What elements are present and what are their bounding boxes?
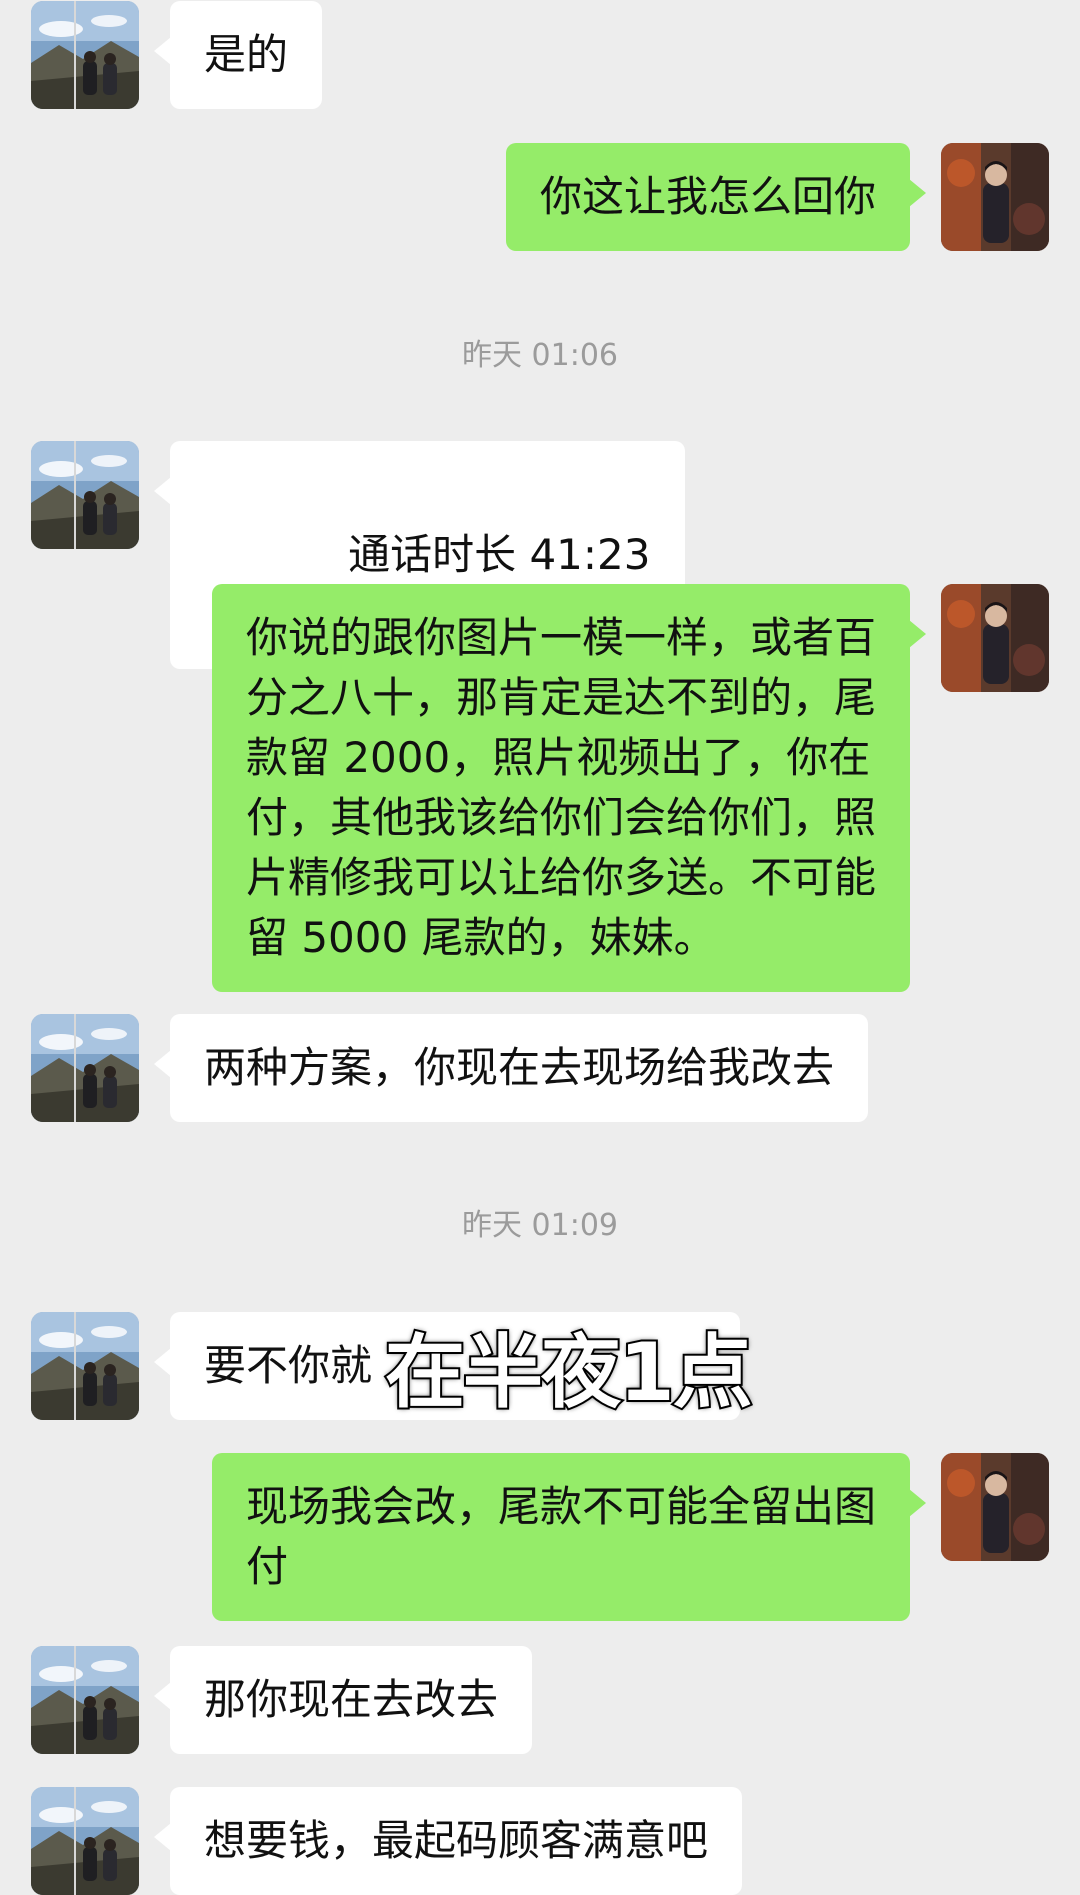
contact-avatar[interactable] — [31, 441, 139, 549]
landscape-avatar-icon — [31, 441, 139, 549]
message-text: 两种方案，你现在去现场给我改去 — [204, 1043, 835, 1092]
message-bubble-incoming[interactable]: 是的 — [153, 1, 323, 109]
landscape-avatar-icon — [31, 1014, 139, 1122]
portrait-avatar-icon — [941, 143, 1049, 251]
message-bubble-incoming[interactable]: 那你现在去改去 — [153, 1646, 533, 1754]
video-caption-overlay: 在半夜1点 — [383, 1324, 755, 1421]
message-text: 想要钱，最起码顾客满意吧 — [204, 1816, 709, 1865]
message-text: 那你现在去改去 — [204, 1675, 499, 1724]
landscape-avatar-icon — [31, 1646, 139, 1754]
contact-avatar[interactable] — [31, 1, 139, 109]
message-text: 你说的跟你图片一模一样，或者百 分之八十，那肯定是达不到的，尾 款留 2000，… — [245, 613, 876, 962]
landscape-avatar-icon — [31, 1, 139, 109]
portrait-avatar-icon — [941, 584, 1049, 692]
self-avatar[interactable] — [941, 1453, 1049, 1561]
self-avatar[interactable] — [941, 143, 1049, 251]
message-text: 现场我会改，尾款不可能全留出图 付 — [245, 1482, 876, 1591]
timestamp: 昨天 01:09 — [462, 1208, 618, 1243]
message-bubble-incoming[interactable]: 想要钱，最起码顾客满意吧 — [153, 1787, 743, 1895]
message-text: 是的 — [204, 30, 289, 79]
phone-hangup-icon — [284, 543, 334, 689]
chat-conversation: 是的 你这让我怎么回你 昨天 01:06 通话时长 41:23 你说的跟你图片一… — [0, 0, 1080, 1895]
message-bubble-outgoing[interactable]: 你这让我怎么回你 — [505, 143, 927, 251]
contact-avatar[interactable] — [31, 1014, 139, 1122]
self-avatar[interactable] — [941, 584, 1049, 692]
message-bubble-incoming[interactable]: 两种方案，你现在去现场给我改去 — [153, 1014, 869, 1122]
landscape-avatar-icon — [31, 1312, 139, 1420]
message-text: 你这让我怎么回你 — [539, 172, 876, 221]
contact-avatar[interactable] — [31, 1646, 139, 1754]
portrait-avatar-icon — [941, 1453, 1049, 1561]
contact-avatar[interactable] — [31, 1312, 139, 1420]
message-bubble-outgoing[interactable]: 你说的跟你图片一模一样，或者百 分之八十，那肯定是达不到的，尾 款留 2000，… — [211, 584, 927, 992]
contact-avatar[interactable] — [31, 1787, 139, 1895]
call-duration-text: 通话时长 41:23 — [348, 530, 651, 579]
timestamp: 昨天 01:06 — [462, 338, 618, 373]
message-bubble-outgoing[interactable]: 现场我会改，尾款不可能全留出图 付 — [211, 1453, 927, 1621]
landscape-avatar-icon — [31, 1787, 139, 1895]
